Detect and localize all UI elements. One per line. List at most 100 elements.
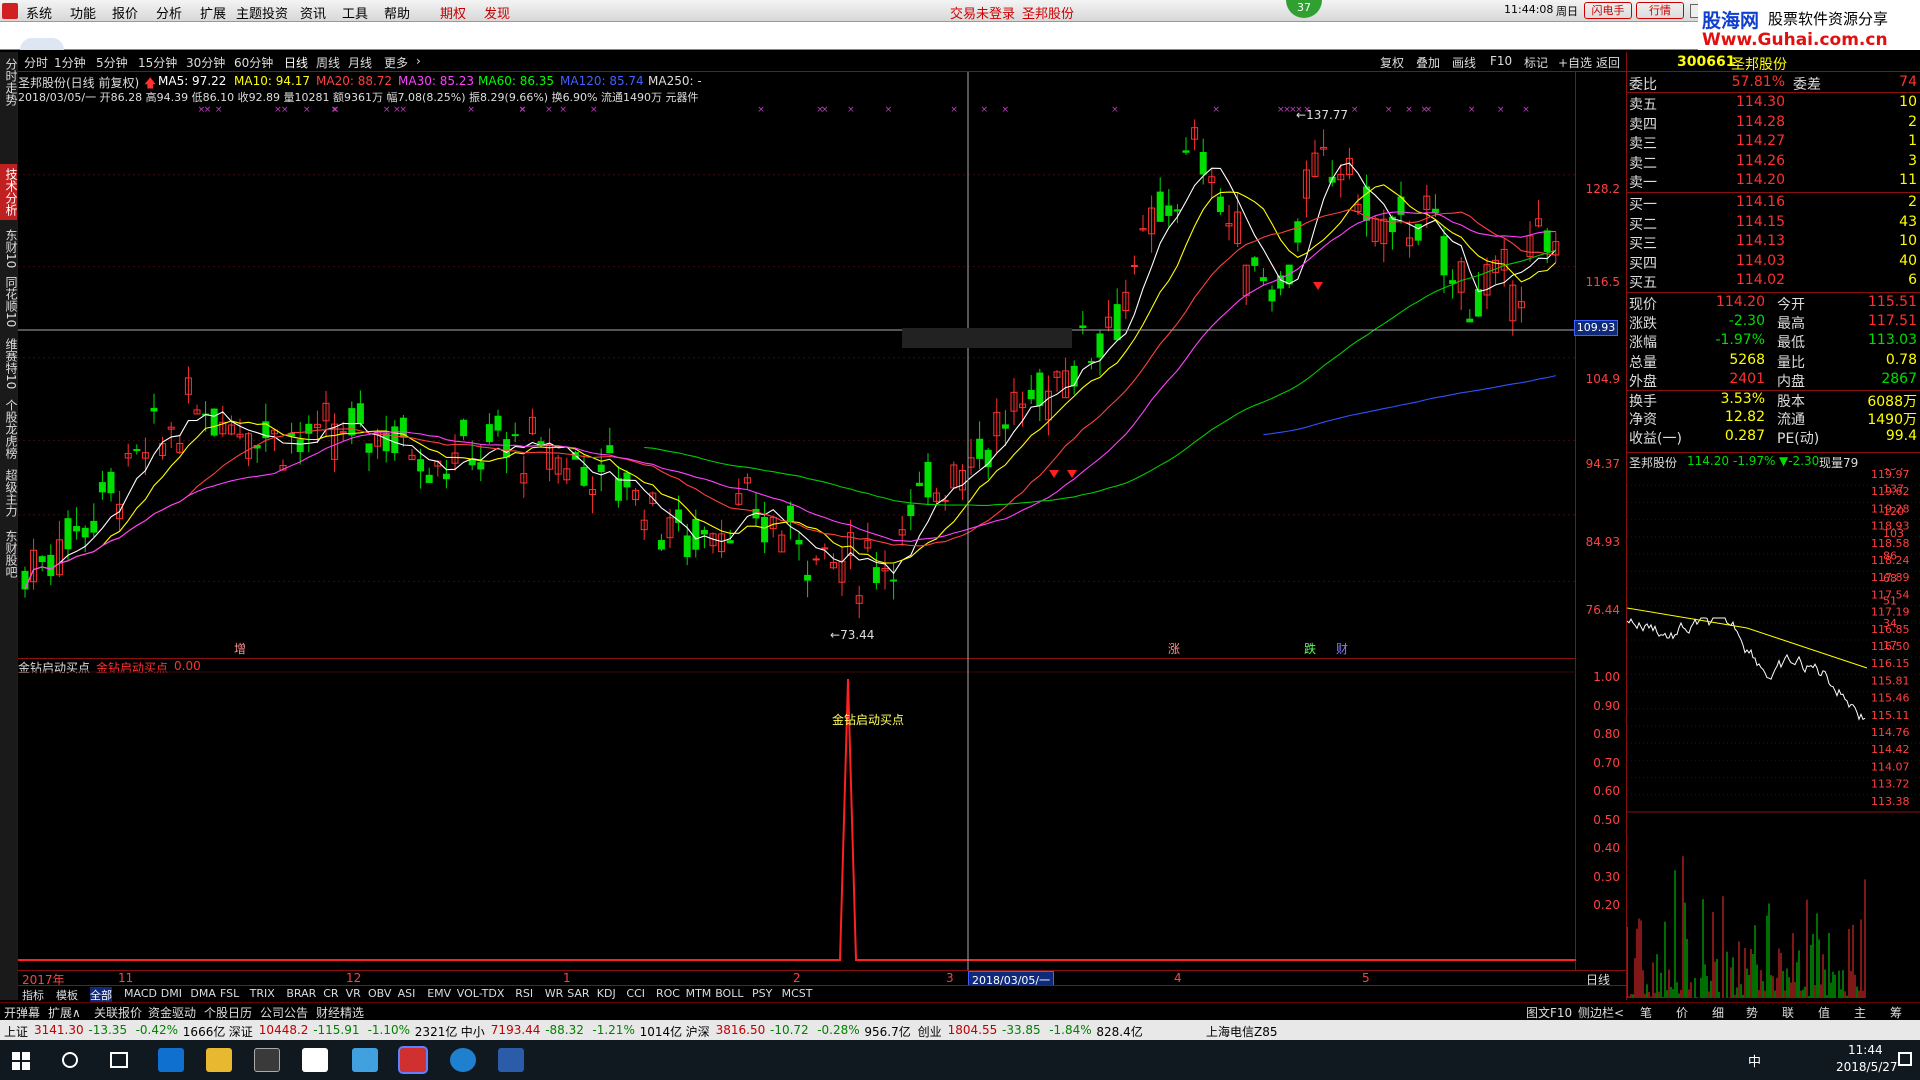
side-tab-zhi[interactable]: 值 xyxy=(1818,1004,1830,1021)
side-tab-lian[interactable]: 联 xyxy=(1782,1004,1794,1021)
side-tab-jia[interactable]: 价 xyxy=(1676,1004,1688,1021)
flash-trade-button[interactable]: 闪电手 xyxy=(1584,2,1632,19)
quote-button[interactable]: 行情 xyxy=(1636,2,1684,19)
ticker-name[interactable]: 上证 xyxy=(4,1023,28,1040)
indicator-tab[interactable]: BRAR xyxy=(286,987,316,1000)
vtab-intraday[interactable]: 分时走势 xyxy=(0,56,18,108)
edge-icon[interactable] xyxy=(158,1048,184,1072)
intraday-mini-chart[interactable]: 119.97119.62119.28118.93118.58118.24117.… xyxy=(1627,468,1920,998)
windows-start-icon[interactable] xyxy=(12,1052,30,1070)
f10-button[interactable]: F10 xyxy=(1490,54,1512,68)
menu-news[interactable]: 资讯 xyxy=(300,3,326,22)
indicator-tab[interactable]: 模板 xyxy=(56,987,78,1003)
menu-options[interactable]: 期权 xyxy=(440,3,466,22)
period-1min[interactable]: 1分钟 xyxy=(54,54,86,71)
sell-order-row[interactable]: 卖二 114.26 3 xyxy=(1627,153,1920,172)
stock-calendar-tab[interactable]: 个股日历 xyxy=(204,1004,252,1021)
add-favorite-button[interactable]: +自选 xyxy=(1558,54,1592,71)
indicator-tab[interactable]: 指标 xyxy=(22,987,44,1003)
side-tab-xi[interactable]: 细 xyxy=(1712,1004,1724,1021)
indicator-chart[interactable]: 金钻启动买点 金钻启动买点 0.00 金钻启动买点 xyxy=(18,659,1576,970)
sell-order-row[interactable]: 卖三 114.27 1 xyxy=(1627,133,1920,152)
chevron-right-icon[interactable]: › xyxy=(416,54,421,68)
back-button[interactable]: 返回 xyxy=(1596,54,1620,71)
side-tab-chou[interactable]: 筹 xyxy=(1890,1004,1902,1021)
indicator-tab[interactable]: BOLL xyxy=(715,987,743,1000)
side-tab-shi[interactable]: 势 xyxy=(1746,1004,1758,1021)
buy-order-row[interactable]: 买三 114.13 10 xyxy=(1627,233,1920,252)
vtab-eastmoney[interactable]: 东财10 xyxy=(0,228,18,270)
indicator-tab[interactable]: TRIX xyxy=(250,987,275,1000)
event-tag-cai[interactable]: 财 xyxy=(1336,640,1348,657)
mail-icon[interactable] xyxy=(302,1048,328,1072)
event-tag-zhang[interactable]: 涨 xyxy=(1168,640,1180,657)
menu-function[interactable]: 功能 xyxy=(70,3,96,22)
indicator-tab[interactable]: OBV xyxy=(368,987,391,1000)
indicator-tab[interactable]: DMI xyxy=(161,987,182,1000)
ticker-name[interactable]: 沪深 xyxy=(686,1023,710,1040)
indicator-tab[interactable]: CCI xyxy=(626,987,645,1000)
ie-icon[interactable] xyxy=(352,1048,378,1072)
extend-toggle[interactable]: 扩展∧ xyxy=(48,1004,81,1021)
ticker-name[interactable]: 中小 xyxy=(461,1023,485,1040)
notification-center-icon[interactable] xyxy=(1898,1052,1912,1066)
stock-app-icon[interactable] xyxy=(398,1046,428,1074)
period-month[interactable]: 月线 xyxy=(348,54,372,71)
sidebar-toggle[interactable]: 侧边栏< xyxy=(1578,1004,1624,1021)
file-explorer-icon[interactable] xyxy=(206,1048,232,1072)
kline-chart[interactable]: 圣邦股份(日线 前复权) 🡅 MA5: 97.22 MA10: 94.17 MA… xyxy=(18,72,1618,659)
indicator-tab[interactable]: RSI xyxy=(515,987,533,1000)
period-5min[interactable]: 5分钟 xyxy=(96,54,128,71)
period-30min[interactable]: 30分钟 xyxy=(186,54,225,71)
indicator-tab[interactable]: ASI xyxy=(398,987,416,1000)
event-tag-die[interactable]: 跌 xyxy=(1304,640,1316,657)
menu-analysis[interactable]: 分析 xyxy=(156,3,182,22)
notification-badge[interactable]: 37 xyxy=(1286,0,1322,18)
restore-right-button[interactable]: 复权 xyxy=(1380,54,1404,71)
indicator-tab[interactable]: DMA xyxy=(190,987,216,1000)
vtab-technical[interactable]: 技术分析 xyxy=(0,164,18,220)
vtab-super-main[interactable]: 超级主力 xyxy=(0,466,18,520)
finance-news-tab[interactable]: 财经精选 xyxy=(316,1004,364,1021)
side-tab-zhu[interactable]: 主 xyxy=(1854,1004,1866,1021)
indicator-tab[interactable]: EMV xyxy=(427,987,451,1000)
menu-help[interactable]: 帮助 xyxy=(384,3,410,22)
vtab-guba[interactable]: 东财股吧 xyxy=(0,526,18,582)
indicator-tab[interactable]: 全部 xyxy=(90,987,112,1003)
menu-tools[interactable]: 工具 xyxy=(342,3,368,22)
announcement-tab[interactable]: 公司公告 xyxy=(260,1004,308,1021)
indicator-tab[interactable]: MTM xyxy=(686,987,712,1000)
sell-order-row[interactable]: 卖四 114.28 2 xyxy=(1627,114,1920,133)
indicator-tab[interactable]: WR xyxy=(545,987,564,1000)
menu-extend[interactable]: 扩展 xyxy=(200,3,226,22)
sell-order-row[interactable]: 卖一 114.20 11 xyxy=(1627,172,1920,191)
menu-theme[interactable]: 主题投资 xyxy=(236,3,288,22)
indicator-tab[interactable]: KDJ xyxy=(597,987,616,1000)
indicator-tab[interactable]: CR xyxy=(323,987,338,1000)
vtab-longhu[interactable]: 个股龙虎榜 xyxy=(0,396,18,462)
danmu-toggle[interactable]: 开弹幕 xyxy=(4,1004,40,1021)
mark-button[interactable]: 标记 xyxy=(1524,54,1548,71)
buy-order-row[interactable]: 买五 114.02 6 xyxy=(1627,272,1920,291)
server-name[interactable]: 上海电信Z85 xyxy=(1206,1023,1278,1040)
period-more[interactable]: 更多 xyxy=(384,54,408,71)
word-icon[interactable] xyxy=(498,1048,524,1072)
ticker-name[interactable]: 深证 xyxy=(229,1023,253,1040)
period-15min[interactable]: 15分钟 xyxy=(138,54,177,71)
overlay-button[interactable]: 叠加 xyxy=(1416,54,1440,71)
ime-indicator[interactable]: 中 xyxy=(1748,1051,1761,1070)
period-day[interactable]: 日线 xyxy=(284,54,308,71)
indicator-tab[interactable]: ROC xyxy=(656,987,680,1000)
menu-discover[interactable]: 发现 xyxy=(484,3,510,22)
event-tag-zeng[interactable]: 增 xyxy=(234,640,246,657)
related-quote-tab[interactable]: 关联报价 xyxy=(94,1004,142,1021)
task-view-icon[interactable] xyxy=(110,1052,128,1068)
menu-quote[interactable]: 报价 xyxy=(112,3,138,22)
indicator-tab[interactable]: MACD xyxy=(124,987,157,1000)
side-tab-bi[interactable]: 笔 xyxy=(1640,1004,1652,1021)
menu-system[interactable]: 系统 xyxy=(26,3,52,22)
buy-order-row[interactable]: 买四 114.03 40 xyxy=(1627,253,1920,272)
fund-drive-tab[interactable]: 资金驱动 xyxy=(148,1004,196,1021)
vtab-weisaite[interactable]: 维赛特10 xyxy=(0,336,18,392)
trade-status[interactable]: 交易未登录 xyxy=(950,3,1015,22)
